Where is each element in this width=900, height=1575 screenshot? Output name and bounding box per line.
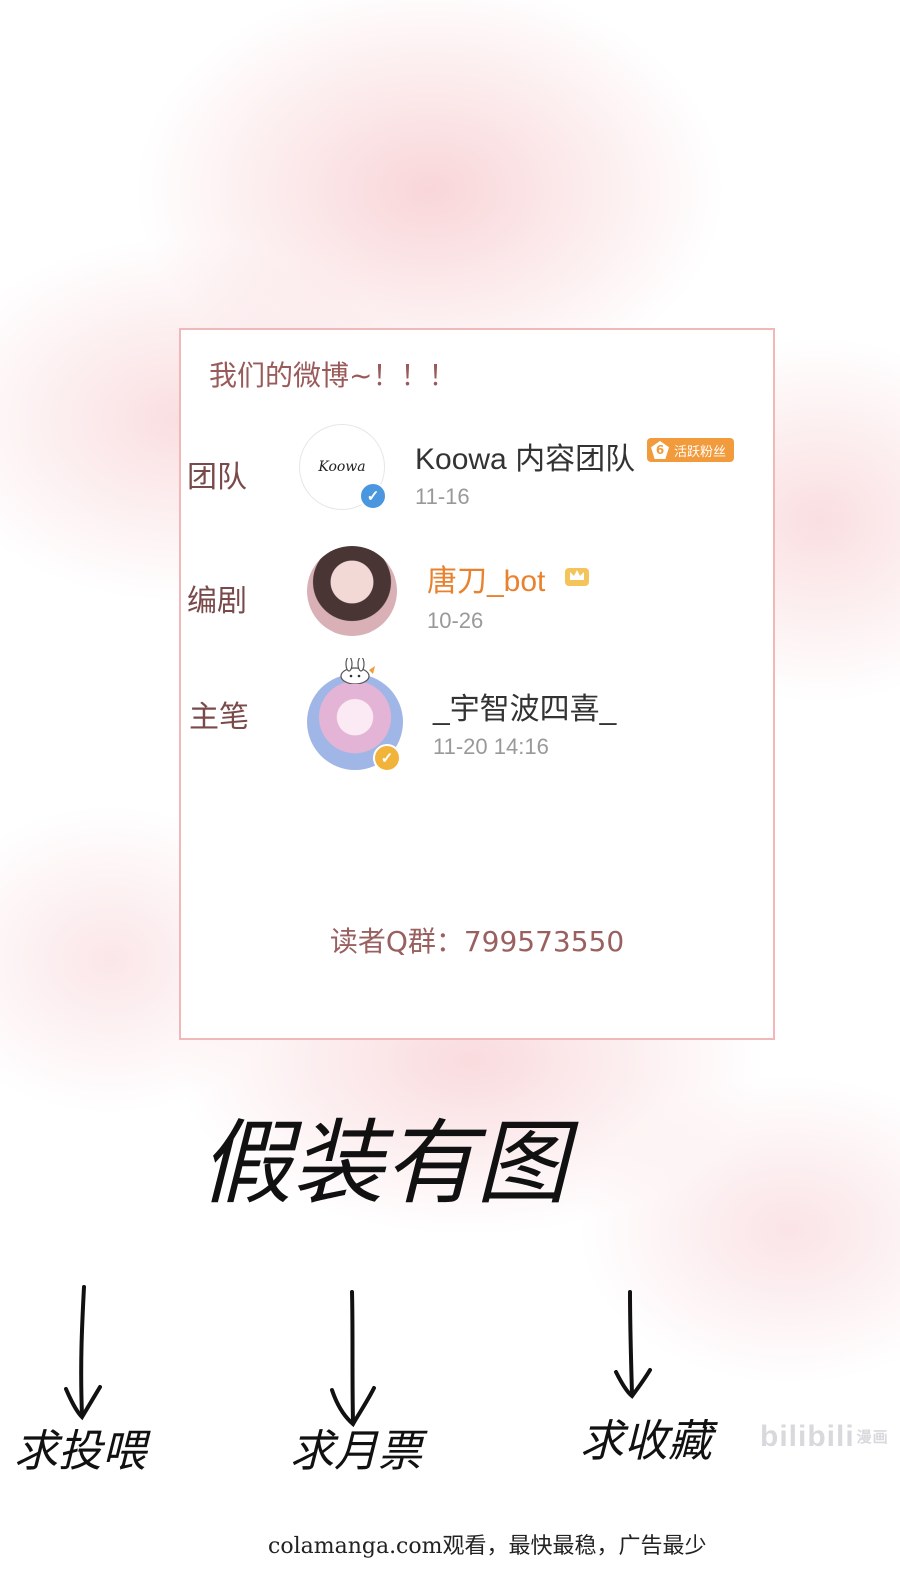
down-arrow-icon xyxy=(614,1290,652,1399)
bunny-decoration-icon xyxy=(340,658,375,684)
bilibili-manga-watermark: bilibili 漫画 xyxy=(760,1420,889,1454)
post-date-koowa: 11-16 xyxy=(415,484,470,509)
card-title: 我们的微博~！！！ xyxy=(209,359,457,392)
ask-collect-label: 求收藏 xyxy=(580,1416,718,1467)
avatar-logo-text: Koowa xyxy=(318,459,366,475)
post-date-tangdao: 10-26 xyxy=(427,608,484,633)
reader-qq-group: 读者Q群：799573550 xyxy=(329,925,625,958)
active-fan-badge: 6 活跃粉丝 xyxy=(647,438,735,462)
avatar-tangdao[interactable] xyxy=(307,546,397,636)
avatar-sixi[interactable]: ✓ xyxy=(307,658,403,772)
row-label-artist: 主笔 xyxy=(189,700,249,735)
username-tangdao[interactable]: 唐刀_bot xyxy=(427,556,545,600)
weibo-card: 我们的微博~！！！ 团队 Koowa ✓ Koowa 内容团队 6 活跃粉丝 1… xyxy=(179,328,775,1040)
username-koowa[interactable]: Koowa 内容团队 xyxy=(415,434,635,478)
ask-collect-text: 求收藏 xyxy=(580,1416,718,1467)
avatar-koowa[interactable]: Koowa ✓ xyxy=(299,424,387,510)
source-footer: colamanga.com观看，最快最稳，广告最少 xyxy=(268,1534,707,1559)
row-label-team: 团队 xyxy=(187,460,247,495)
handwritten-title-text: 假装有图 xyxy=(200,1110,579,1217)
verified-blue-icon: ✓ xyxy=(359,482,387,510)
verified-gold-icon: ✓ xyxy=(373,744,401,772)
down-arrow-icon xyxy=(330,1290,376,1428)
ask-monthly-ticket-text: 求月票 xyxy=(290,1426,428,1477)
username-sixi[interactable]: _宇智波四喜_ xyxy=(433,684,616,728)
watermark-suffix: 漫画 xyxy=(856,1429,889,1447)
ask-feed-label: 求投喂 xyxy=(14,1426,151,1477)
handwritten-title: 假装有图 xyxy=(200,1110,579,1217)
fan-level-icon: 6 xyxy=(651,441,669,459)
ask-monthly-ticket-label: 求月票 xyxy=(290,1426,428,1477)
down-arrow-icon xyxy=(64,1285,102,1421)
avatar-image xyxy=(307,546,397,636)
row-label-writer: 编剧 xyxy=(187,584,247,619)
ask-feed-text: 求投喂 xyxy=(14,1426,151,1477)
post-date-sixi: 11-20 14:16 xyxy=(433,734,549,759)
watermark-text: bilibili xyxy=(760,1420,855,1453)
crown-vip-icon xyxy=(565,568,589,586)
fan-badge-text: 活跃粉丝 xyxy=(674,444,727,460)
